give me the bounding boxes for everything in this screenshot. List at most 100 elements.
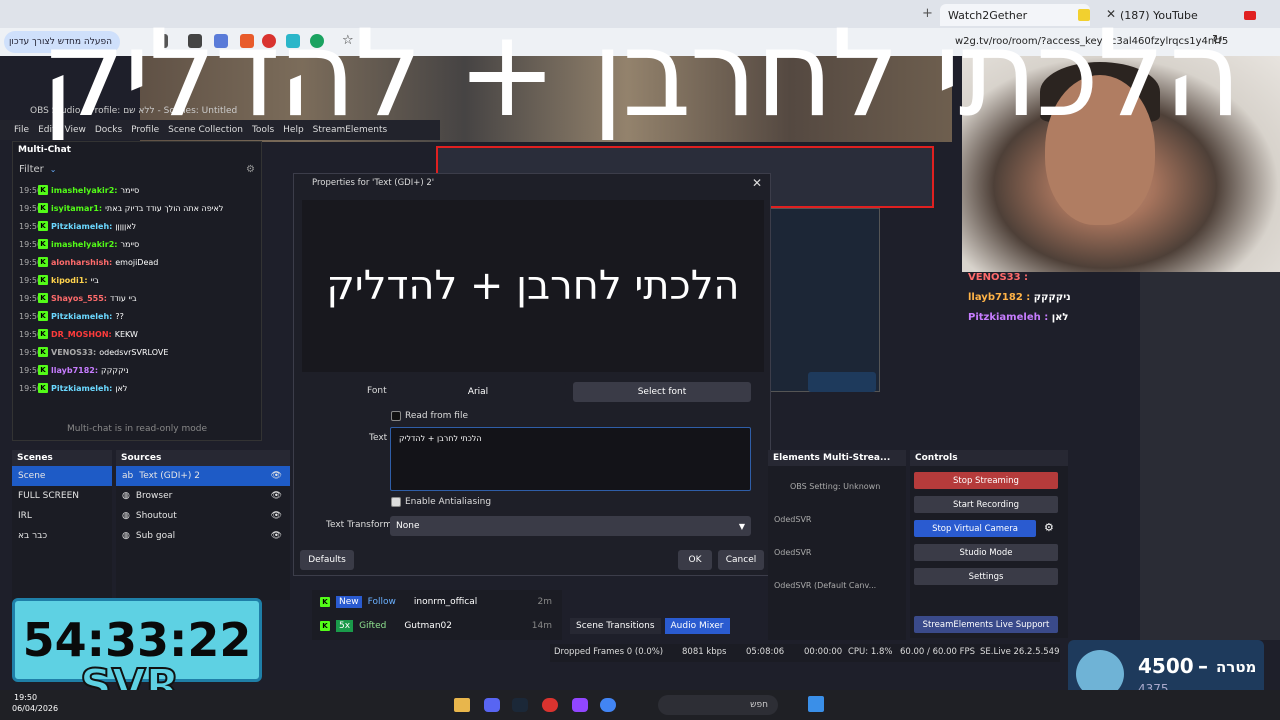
version: SE.Live 26.2.5.549 — [980, 647, 1060, 657]
chat-text: לאןןןןן — [115, 221, 137, 231]
chat-user[interactable]: alonharshish: — [51, 258, 112, 267]
overlay-chat-name: Pitzkiameleh : — [968, 312, 1049, 323]
chat-time: 19:50 — [19, 185, 43, 195]
cancel-button[interactable]: Cancel — [718, 550, 764, 570]
overlay-chat-user: VENOS33 : — [968, 272, 1029, 283]
chat-message: 19:50 K Shayos_555: ביי עודד — [13, 289, 261, 307]
globe-icon: ◍ — [122, 491, 130, 501]
chat-user[interactable]: Pitzkiameleh: — [51, 384, 112, 393]
eye-icon[interactable]: 👁 — [271, 471, 290, 481]
select-font-button[interactable]: Select font — [573, 382, 751, 402]
close-icon[interactable]: ✕ — [752, 176, 762, 190]
studio-mode-button[interactable]: Studio Mode — [914, 544, 1058, 561]
multistream-title: Elements Multi-Strea... — [768, 450, 906, 466]
chat-user[interactable]: VENOS33: — [51, 348, 96, 357]
transform-value: None — [396, 521, 420, 531]
search-box[interactable]: חפש — [658, 695, 778, 715]
chat-message: 19:50 K Pitzkiameleh: לאןןןןן — [13, 217, 261, 235]
settings-button[interactable]: Settings — [914, 568, 1058, 585]
chat-list: 19:50 Kimashelyakir2: סיימר 19:50 Kisyitamar… — [13, 181, 261, 397]
chat-time: 19:50 — [19, 221, 43, 231]
chrome-icon[interactable] — [600, 698, 616, 712]
status-bar: Dropped Frames 0 (0.0%) 8081 kbps 05:08:… — [550, 644, 1060, 662]
fps: 60.00 / 60.00 FPS — [900, 647, 976, 657]
chat-text: ?? — [115, 311, 124, 321]
multichat-title: Multi-Chat — [13, 142, 261, 158]
transform-label: Text Transform — [326, 520, 392, 530]
ok-button[interactable]: OK — [678, 550, 712, 570]
chat-time: 19:50 — [19, 383, 43, 393]
gear-icon[interactable]: ⚙ — [1044, 521, 1054, 534]
chevron-down-icon[interactable]: ⌄ — [50, 165, 57, 174]
chat-text: emojiDead — [115, 257, 159, 267]
antialias-checkbox[interactable] — [391, 497, 401, 507]
discord-icon[interactable] — [484, 698, 500, 712]
steam-icon[interactable] — [512, 698, 528, 712]
chat-text: KEKW — [114, 329, 138, 339]
read-from-file-checkbox[interactable] — [391, 411, 401, 421]
chat-user[interactable]: llayb7182: — [51, 366, 98, 375]
chat-message: 19:50 Kimashelyakir2: סיימר — [13, 181, 261, 199]
live-support-button[interactable]: StreamElements Live Support — [914, 616, 1058, 633]
scene-item[interactable]: IRL — [12, 506, 112, 526]
windows-start-icon[interactable] — [808, 696, 824, 712]
filter-button[interactable]: Filter — [19, 164, 44, 175]
source-item[interactable]: ◍ Browser 👁 — [116, 486, 290, 506]
folder-icon[interactable] — [454, 698, 470, 712]
chat-text: ניקקקק — [101, 365, 129, 375]
chat-message: 19:50 K DR_MOSHON: KEKW — [13, 325, 261, 343]
chat-message: 19:50 K VENOS33: odedsvrSVRLOVE — [13, 343, 261, 361]
obs-setting-status: OBS Setting: Unknown — [790, 482, 881, 491]
twitch-icon[interactable] — [572, 698, 588, 712]
start-recording-button[interactable]: Start Recording — [914, 496, 1058, 513]
overlay-chat-name: llayb7182 : — [968, 292, 1031, 303]
eye-icon[interactable]: 👁 — [271, 511, 290, 521]
multistream-entry: OdedSVR — [774, 548, 812, 557]
kick-icon: K — [38, 221, 48, 231]
eye-icon[interactable]: 👁 — [271, 491, 290, 501]
scene-item[interactable]: כבר בא — [12, 526, 112, 546]
multichat-dock: Multi-Chat Filter ⌄ ⚙ 19:50 Kimashelyakir… — [12, 141, 262, 441]
chat-user[interactable]: imashelyakir2: — [51, 240, 118, 249]
obs-icon[interactable] — [542, 698, 558, 712]
rec-time: 00:00:00 — [804, 647, 843, 657]
chat-time: 19:50 — [19, 275, 43, 285]
chat-user[interactable]: Shayos_555: — [51, 294, 107, 303]
overlay-chat: VENOS33 : llayb7182 : ניקקקק Pitzkiamele… — [962, 272, 1140, 344]
read-from-file-label: Read from file — [405, 411, 468, 421]
defaults-button[interactable]: Defaults — [300, 550, 354, 570]
kick-icon: K — [38, 203, 48, 213]
scenes-title: Scenes — [12, 450, 112, 466]
bottom-tabs: Scene Transitions Audio Mixer — [570, 618, 730, 634]
chat-user[interactable]: Pitzkiameleh: — [51, 312, 112, 321]
eye-icon[interactable]: 👁 — [271, 531, 290, 541]
source-item[interactable]: ◍ Sub goal 👁 — [116, 526, 290, 546]
source-item[interactable]: ab Text (GDI+) 2 👁 — [116, 466, 290, 486]
source-item[interactable]: ◍ Shoutout 👁 — [116, 506, 290, 526]
cpu-usage: CPU: 1.8% — [848, 647, 893, 657]
text-preview: הלכתי לחרבן + להדליק — [302, 200, 764, 372]
dropped-frames: Dropped Frames 0 (0.0%) — [554, 647, 664, 657]
stop-streaming-button[interactable]: Stop Streaming — [914, 472, 1058, 489]
chat-user[interactable]: kipodi1: — [51, 276, 88, 285]
sources-title: Sources — [116, 450, 290, 466]
scene-item[interactable]: Scene — [12, 466, 112, 486]
chat-user[interactable]: imashelyakir2: — [51, 186, 118, 195]
stop-virtual-camera-button[interactable]: Stop Virtual Camera — [914, 520, 1036, 537]
chat-time: 19:50 — [19, 203, 43, 213]
chat-message: 19:50 Kalonharshish: emojiDead — [13, 253, 261, 271]
event-time: 2m — [537, 597, 553, 607]
gear-icon[interactable]: ⚙ — [246, 164, 255, 175]
transform-select[interactable]: None ▼ — [390, 516, 751, 536]
antialias-label: Enable Antialiasing — [405, 497, 492, 507]
chat-message: 19:50 K Pitzkiameleh: לאן — [13, 379, 261, 397]
chat-user[interactable]: DR_MOSHON: — [51, 330, 112, 339]
tab-audio-mixer[interactable]: Audio Mixer — [664, 618, 730, 634]
chat-user[interactable]: Pitzkiameleh: — [51, 222, 112, 231]
text-input[interactable]: הלכתי לחרבן + להדליק — [390, 427, 751, 491]
chat-user[interactable]: isyitamar1: — [51, 204, 102, 213]
chevron-down-icon: ▼ — [738, 521, 745, 531]
kick-icon: K — [38, 383, 48, 393]
tab-scene-transitions[interactable]: Scene Transitions — [570, 618, 661, 634]
scene-item[interactable]: FULL SCREEN — [12, 486, 112, 506]
